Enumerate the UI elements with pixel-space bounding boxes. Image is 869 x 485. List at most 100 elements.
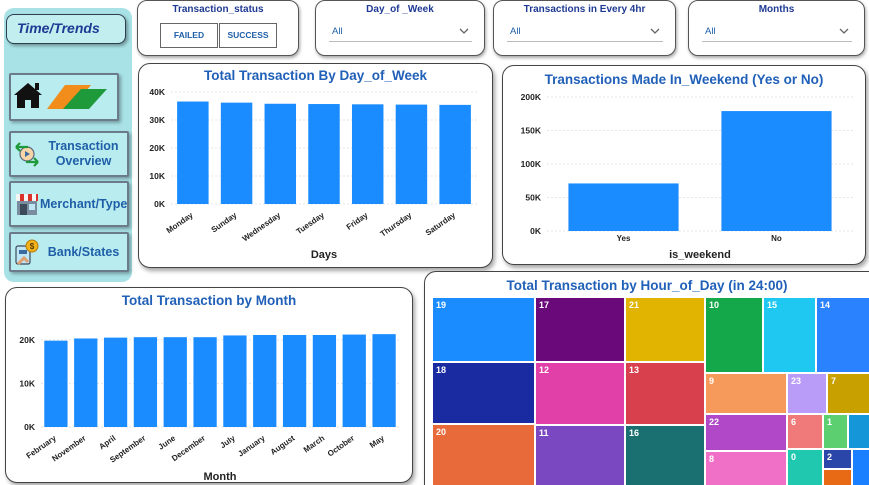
treemap-cell[interactable]: 21 [625, 297, 705, 362]
treemap-cell-label: 20 [436, 427, 447, 437]
nav-button-label: Transaction Overview [48, 139, 119, 168]
treemap-cell[interactable] [852, 449, 869, 485]
month-bar-chart: 0K10K20KFebruaryNovember AprilSeptember Ju… [19, 334, 399, 483]
treemap-cell[interactable] [823, 469, 852, 485]
home-button[interactable] [9, 73, 119, 121]
dashboard-page: Time/Trends Transaction Overview Merchan… [0, 0, 869, 485]
nav-button-transaction-overview[interactable]: Transaction Overview [9, 131, 129, 177]
day-of-week-dropdown[interactable]: All [329, 22, 472, 42]
status-success-button[interactable]: SUCCESS [219, 23, 277, 48]
treemap-cell[interactable]: 2 [823, 449, 852, 469]
treemap-cell[interactable]: 13 [625, 362, 705, 425]
treemap-cell[interactable]: 8 [705, 451, 787, 485]
x-axis-label: Month [204, 471, 237, 483]
bar [44, 340, 68, 427]
chevron-down-icon [459, 28, 469, 34]
treemap-cell-label: 1 [827, 417, 833, 427]
y-tick-label: 100K [521, 159, 542, 169]
treemap-cell[interactable]: 11 [535, 425, 625, 485]
treemap-cell[interactable]: 6 [787, 414, 823, 449]
x-tick-label: Yes [617, 234, 631, 243]
treemap-cell[interactable]: 16 [625, 425, 705, 485]
y-tick-label: 0K [24, 422, 36, 432]
treemap-cell[interactable]: 15 [763, 297, 816, 373]
treemap-cell[interactable]: 1 [823, 414, 848, 449]
treemap-cell-label: 23 [791, 376, 802, 386]
treemap-cell[interactable]: 17 [535, 297, 625, 362]
bar [395, 104, 428, 204]
treemap-cell-label: 18 [436, 365, 447, 375]
svg-text:$: $ [30, 242, 35, 251]
x-tick-label: July [219, 433, 238, 450]
status-failed-button[interactable]: FAILED [160, 23, 218, 48]
chart-panel-weekend: Transactions Made In_Weekend (Yes or No)… [502, 65, 866, 265]
months-dropdown[interactable]: All [702, 22, 852, 42]
slicer-title: Months [758, 4, 795, 15]
x-axis-label: is_weekend [669, 249, 731, 261]
treemap-cell-label: 0 [791, 452, 797, 462]
nav-button-label: Bank/States [47, 244, 120, 259]
treemap-cell[interactable]: 23 [787, 373, 827, 414]
treemap-cell[interactable]: 14 [816, 297, 869, 373]
slicer-transaction-status: Transaction_status FAILED SUCCESS [137, 0, 299, 56]
treemap-cell[interactable]: 22 [705, 414, 787, 451]
x-tick-label: Saturday [424, 210, 458, 237]
x-tick-label: April [97, 434, 117, 452]
slicer-title: Transaction_status [172, 4, 264, 15]
hour-of-day-treemap: 19 18 20 17 12 11 21 13 16 10 15 14 9 23 7 22 6 1 8 0 2 [432, 297, 869, 485]
every-4hr-dropdown[interactable]: All [507, 22, 663, 42]
nav-title-button[interactable]: Time/Trends [6, 14, 126, 44]
dropdown-value: All [705, 26, 716, 37]
x-tick-label: Monday [165, 210, 195, 235]
bar [133, 337, 158, 427]
x-tick-label: Sunday [210, 210, 239, 234]
treemap-cell-label: 2 [827, 452, 833, 462]
x-tick-label: No [771, 234, 782, 243]
dropdown-value: All [332, 26, 343, 37]
chart-title: Total Transaction by Hour_of_Day (in 24:… [506, 278, 788, 293]
y-tick-label: 30K [149, 115, 165, 125]
x-tick-label: June [157, 433, 178, 451]
x-tick-label: Tuesday [295, 210, 327, 236]
bar [177, 101, 209, 204]
dropdown-value: All [510, 26, 521, 37]
treemap-cell[interactable]: 12 [535, 362, 625, 425]
treemap-cell-label: 15 [767, 300, 778, 310]
chart-panel-hour-of-day: Total Transaction by Hour_of_Day (in 24:… [424, 271, 869, 485]
treemap-cell[interactable]: 20 [432, 424, 535, 485]
treemap-cell-label: 21 [629, 300, 640, 310]
treemap-cell[interactable]: 9 [705, 373, 787, 414]
y-tick-label: 10K [19, 378, 35, 388]
treemap-cell-label: 9 [709, 376, 715, 386]
store-icon [16, 194, 38, 215]
chevron-down-icon [839, 28, 849, 34]
treemap-cell[interactable] [848, 414, 869, 449]
y-tick-label: 150K [521, 126, 542, 136]
treemap-cell-label: 22 [709, 417, 720, 427]
nav-button-bank-states[interactable]: $ Bank/States [9, 232, 129, 272]
slicer-every-4hr: Transactions in Every 4hr All [493, 0, 676, 56]
bar [103, 337, 128, 427]
bar [308, 104, 340, 204]
treemap-cell[interactable]: 0 [787, 449, 823, 485]
treemap-cell-label: 19 [436, 300, 447, 310]
treemap-cell-label: 11 [539, 428, 549, 438]
x-axis-label: Days [311, 249, 337, 261]
treemap-cell[interactable]: 19 [432, 297, 535, 362]
treemap-cell[interactable]: 10 [705, 297, 763, 373]
bar [253, 335, 277, 427]
y-tick-label: 0K [530, 226, 542, 236]
treemap-cell-label: 7 [831, 376, 837, 386]
treemap-cell[interactable]: 18 [432, 362, 535, 424]
nav-button-merchant-type[interactable]: Merchant/Type [9, 181, 129, 227]
y-tick-label: 0K [154, 199, 166, 209]
chart-panel-month: Total Transaction by Month 0K 10K 20K Febru… [5, 287, 413, 483]
bar [312, 335, 337, 427]
slicer-title: Transactions in Every 4hr [523, 4, 646, 15]
x-tick-label: January [236, 433, 267, 458]
treemap-cell[interactable]: 7 [827, 373, 869, 414]
x-tick-label: Friday [345, 210, 370, 231]
bar [220, 102, 253, 204]
bar [372, 334, 396, 427]
bar [264, 103, 297, 204]
